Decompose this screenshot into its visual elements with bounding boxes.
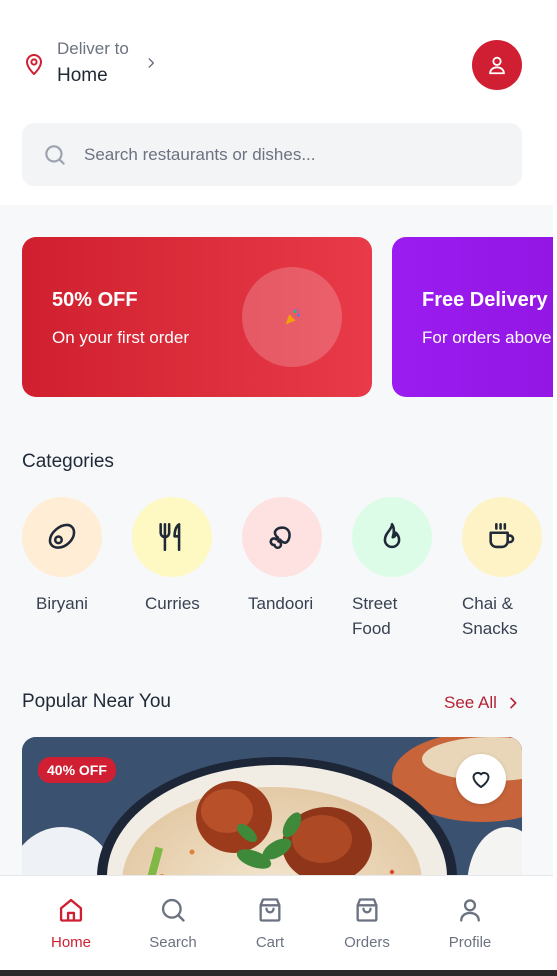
main-content: 50% OFF On your first order Free Deliver… [0,205,553,875]
delivery-location-selector[interactable]: Deliver to Home [22,38,155,89]
favorite-button[interactable] [456,754,506,804]
category-label: Chai & Snacks [462,594,518,638]
user-icon [460,899,480,922]
promo-banner[interactable]: 50% OFF On your first order [22,237,372,397]
category-icon-circle [132,497,212,577]
category-icon-circle [22,497,102,577]
promo-title: Free Delivery [422,289,548,311]
category-icon-circle [352,497,432,577]
drumstick-icon [269,526,291,549]
promo-subtitle: On your first order [52,328,189,347]
search-bar[interactable] [22,123,522,186]
tab-label: Search [149,934,197,951]
category-biryani[interactable]: Biryani [22,497,102,616]
category-tandoori[interactable]: Tandoori [242,497,322,616]
map-pin-icon [26,53,42,75]
home-icon [59,898,83,922]
scrollbar-track [553,0,557,970]
categories-heading: Categories [22,451,114,472]
location-value: Home [57,65,108,86]
profile-avatar-button[interactable] [472,40,522,90]
category-label: Biryani [36,594,88,613]
see-all-link[interactable]: See All [444,693,521,713]
tab-search[interactable]: Search [123,876,223,971]
category-street-food[interactable]: Street Food [352,497,432,641]
promo-banner[interactable]: Free Delivery For orders above [392,237,553,397]
search-icon [45,144,65,165]
tab-cart[interactable]: Cart [220,876,320,971]
category-icon-circle [242,497,322,577]
promo-title: 50% OFF [52,289,138,311]
tab-orders[interactable]: Orders [317,876,417,971]
search-icon [161,898,185,922]
utensils-icon [159,522,181,552]
tab-label: Home [50,934,91,951]
category-chai-snacks[interactable]: Chai & Snacks [462,497,542,641]
promo-subtitle: For orders above [422,328,552,347]
see-all-label: See All [444,693,497,712]
location-text: Deliver to Home [57,38,129,89]
bag-icon [356,898,378,922]
chevron-right-icon [148,58,155,68]
discount-badge: 40% OFF [38,757,116,783]
category-icon-circle [462,497,542,577]
party-popper-icon [242,267,342,367]
category-label: Tandoori [248,594,314,613]
chevron-right-icon [510,697,517,709]
system-bottom-bar [0,970,557,976]
heart-icon [472,771,490,788]
tab-home[interactable]: Home [21,876,121,971]
category-curries[interactable]: Curries [132,497,212,616]
deliver-to-label: Deliver to [57,39,129,58]
bag-icon [259,898,281,922]
meat-icon [48,523,76,549]
flame-icon [383,522,401,549]
bottom-tab-bar: Home Search Cart Orders Profile [0,875,553,970]
app-header: Deliver to Home [0,0,557,205]
user-icon [489,56,505,75]
tab-profile[interactable]: Profile [420,876,520,971]
tab-label: Cart [255,934,285,951]
coffee-cup-icon [489,522,515,549]
restaurant-card[interactable]: 40% OFF [22,737,522,875]
category-label: Curries [145,594,200,613]
tab-label: Profile [448,934,492,951]
search-input[interactable] [84,144,484,165]
category-label: Street Food [352,594,398,638]
popular-heading: Popular Near You [22,691,171,712]
tab-label: Orders [344,934,390,951]
